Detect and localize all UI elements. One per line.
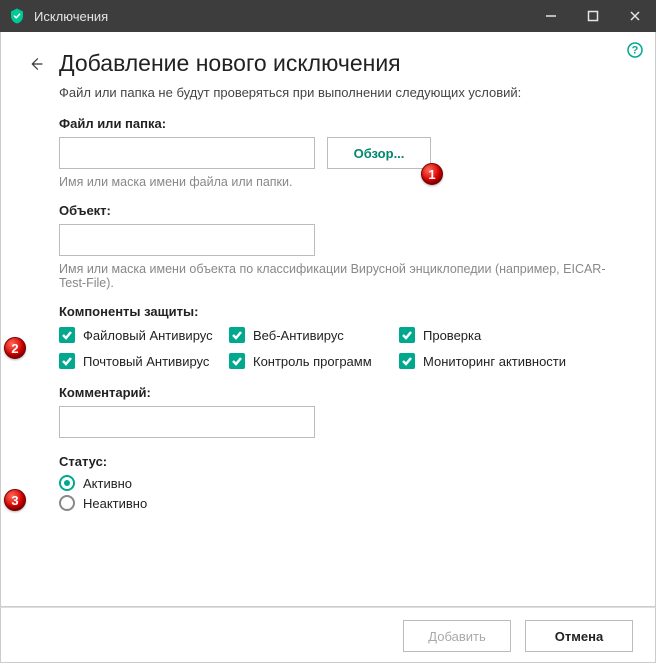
checkbox-scan[interactable]: Проверка <box>399 327 599 343</box>
callout-3: 3 <box>4 489 26 511</box>
checkbox-file-antivirus[interactable]: Файловый Антивирус <box>59 327 229 343</box>
file-helper: Имя или маска имени файла или папки. <box>59 175 621 189</box>
checkbox-web-antivirus[interactable]: Веб-Антивирус <box>229 327 399 343</box>
maximize-button[interactable] <box>572 0 614 32</box>
page-title: Добавление нового исключения <box>59 50 629 77</box>
intro-text: Файл или папка не будут проверяться при … <box>59 85 621 100</box>
file-input[interactable] <box>59 137 315 169</box>
check-icon <box>399 353 415 369</box>
check-icon <box>229 353 245 369</box>
radio-inactive[interactable]: Неактивно <box>59 495 621 511</box>
status-label: Статус: <box>59 454 621 469</box>
content-area: ? Добавление нового исключения Файл или … <box>0 32 656 607</box>
checkbox-label: Контроль программ <box>253 354 372 369</box>
file-label: Файл или папка: <box>59 116 621 131</box>
radio-icon <box>59 495 75 511</box>
object-input[interactable] <box>59 224 315 256</box>
object-label: Объект: <box>59 203 621 218</box>
comment-label: Комментарий: <box>59 385 621 400</box>
check-icon <box>59 353 75 369</box>
checkbox-mail-antivirus[interactable]: Почтовый Антивирус <box>59 353 229 369</box>
checkbox-app-control[interactable]: Контроль программ <box>229 353 399 369</box>
checkbox-label: Проверка <box>423 328 481 343</box>
browse-button[interactable]: Обзор... <box>327 137 431 169</box>
svg-text:?: ? <box>632 45 639 57</box>
checkbox-label: Почтовый Антивирус <box>83 354 209 369</box>
app-icon <box>8 7 26 25</box>
radio-icon <box>59 475 75 491</box>
radio-active[interactable]: Активно <box>59 475 621 491</box>
comment-input[interactable] <box>59 406 315 438</box>
close-button[interactable] <box>614 0 656 32</box>
check-icon <box>59 327 75 343</box>
check-icon <box>399 327 415 343</box>
add-button[interactable]: Добавить <box>403 620 511 652</box>
checkbox-label: Веб-Антивирус <box>253 328 344 343</box>
checkbox-label: Файловый Антивирус <box>83 328 213 343</box>
components-label: Компоненты защиты: <box>59 304 621 319</box>
radio-label: Неактивно <box>83 496 147 511</box>
checkbox-activity-monitor[interactable]: Мониторинг активности <box>399 353 599 369</box>
help-icon[interactable]: ? <box>627 42 643 58</box>
cancel-button[interactable]: Отмена <box>525 620 633 652</box>
callout-1: 1 <box>421 163 443 185</box>
back-arrow-icon[interactable] <box>27 55 45 73</box>
window-title: Исключения <box>34 9 530 24</box>
check-icon <box>229 327 245 343</box>
minimize-button[interactable] <box>530 0 572 32</box>
checkbox-label: Мониторинг активности <box>423 354 566 369</box>
footer: Добавить Отмена <box>0 607 656 663</box>
object-helper: Имя или маска имени объекта по классифик… <box>59 262 621 290</box>
radio-label: Активно <box>83 476 132 491</box>
callout-2: 2 <box>4 337 26 359</box>
title-bar: Исключения <box>0 0 656 32</box>
